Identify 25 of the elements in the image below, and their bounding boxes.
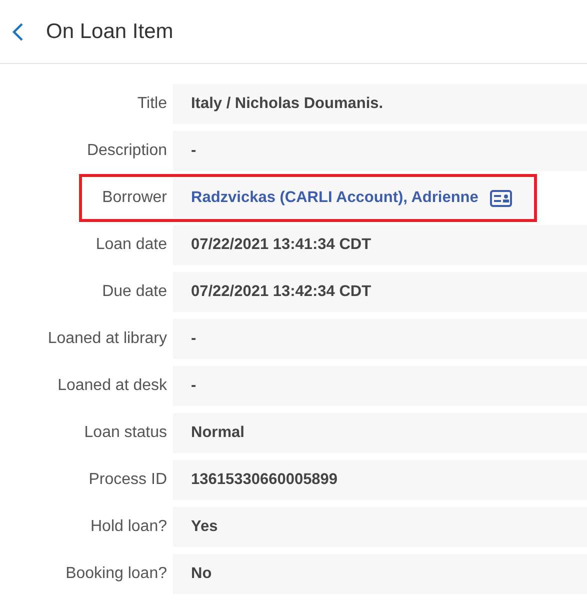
page-title: On Loan Item xyxy=(46,20,174,44)
field-value: Yes xyxy=(191,518,218,536)
field-value: Italy / Nicholas Doumanis. xyxy=(191,95,384,113)
field-label: Booking loan? xyxy=(64,564,167,584)
field-value: 07/22/2021 13:42:34 CDT xyxy=(191,283,372,301)
field-label: Loaned at library xyxy=(46,329,167,349)
field-label: Due date xyxy=(101,282,167,302)
field-label: Process ID xyxy=(88,470,167,490)
field-label: Loan status xyxy=(83,423,167,443)
field-value: 13615330660005899 xyxy=(191,471,338,489)
field-value: Normal xyxy=(191,424,244,442)
field-value: 07/22/2021 13:41:34 CDT xyxy=(191,236,372,254)
borrower-link[interactable]: Radzvickas (CARLI Account), Adrienne xyxy=(191,189,478,207)
field-value: No xyxy=(191,565,212,583)
field-label: Loan date xyxy=(94,235,167,255)
back-icon[interactable] xyxy=(12,22,24,42)
field-label: Description xyxy=(86,141,167,161)
field-label: Loaned at desk xyxy=(56,376,167,396)
field-value: - xyxy=(191,377,196,395)
field-value: - xyxy=(191,142,196,160)
field-value: - xyxy=(191,330,196,348)
field-label: Title xyxy=(136,94,167,114)
id-card-icon[interactable] xyxy=(490,190,512,206)
field-label: Borrower xyxy=(101,188,167,208)
field-label: Hold loan? xyxy=(90,517,167,537)
